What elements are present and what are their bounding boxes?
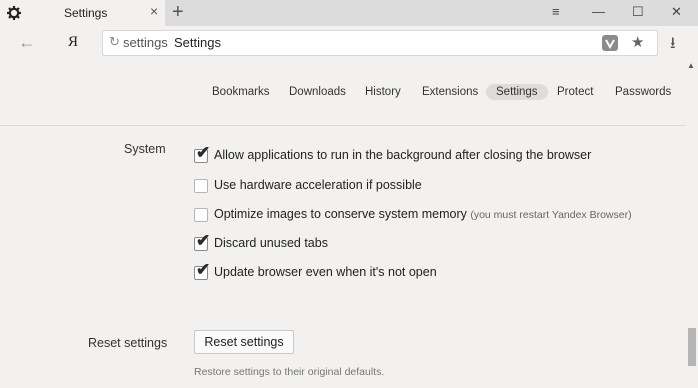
reset-section-label: Reset settings [88,336,168,350]
new-tab-button[interactable]: + [172,1,184,24]
minimize-button[interactable]: — [592,4,605,19]
checkbox[interactable]: ✔ [194,261,210,280]
menu-button[interactable]: ≡ [552,4,560,19]
address-bar[interactable]: ↻ settings Settings ★ [102,30,658,56]
nav-downloads[interactable]: Downloads [289,86,346,98]
yandex-button[interactable]: Я [68,34,78,51]
tab-title: Settings [64,6,108,20]
back-button[interactable]: ← [18,32,36,53]
reload-icon[interactable]: ↻ [109,34,120,50]
nav-settings[interactable]: Settings [486,84,548,100]
scroll-up-icon[interactable]: ▲ [687,61,695,70]
checkbox[interactable] [194,179,208,193]
option-label-text: Optimize images to conserve system memor… [214,207,467,221]
address-text: Settings [174,35,221,50]
option-label[interactable]: Update browser even when it's not open [214,265,437,279]
close-window-button[interactable]: ✕ [671,4,682,20]
checkbox[interactable]: ✔ [194,232,210,251]
maximize-button[interactable]: ☐ [632,4,644,20]
toolbar: ← Я ↻ settings Settings ★ ⭳ [0,26,698,60]
star-icon[interactable]: ★ [631,33,644,51]
option-label[interactable]: Optimize images to conserve system memor… [214,207,632,221]
option-label[interactable]: Allow applications to run in the backgro… [214,148,591,162]
download-icon[interactable]: ⭳ [670,32,676,59]
nav-protect[interactable]: Protect [557,86,593,98]
restart-note: (you must restart Yandex Browser) [470,209,632,221]
check-icon: ✔ [196,143,211,162]
checkbox[interactable]: ✔ [194,144,210,163]
check-icon: ✔ [196,260,211,279]
reset-settings-button[interactable]: Reset settings [194,330,294,354]
shield-icon[interactable] [602,35,618,51]
tab-close-button[interactable]: × [150,3,158,19]
option-label[interactable]: Discard unused tabs [214,236,328,250]
nav-extensions[interactable]: Extensions [422,86,478,98]
settings-nav: Bookmarks Downloads History Extensions S… [0,84,698,106]
reset-description: Restore settings to their original defau… [194,366,385,378]
system-section-label: System [124,142,166,156]
nav-bookmarks[interactable]: Bookmarks [212,86,270,98]
check-icon: ✔ [196,231,211,250]
checkbox[interactable] [194,208,208,222]
tab-settings[interactable]: Settings × [0,0,165,26]
nav-passwords[interactable]: Passwords [615,86,671,98]
option-label[interactable]: Use hardware acceleration if possible [214,178,422,192]
nav-history[interactable]: History [365,86,401,98]
scrollbar[interactable]: ▲ [686,60,698,388]
address-prefix: settings [123,35,168,50]
scrollbar-thumb[interactable] [688,328,696,366]
title-bar: Settings × + ≡ — ☐ ✕ [0,0,698,26]
divider [0,125,686,126]
gear-icon [7,6,21,20]
